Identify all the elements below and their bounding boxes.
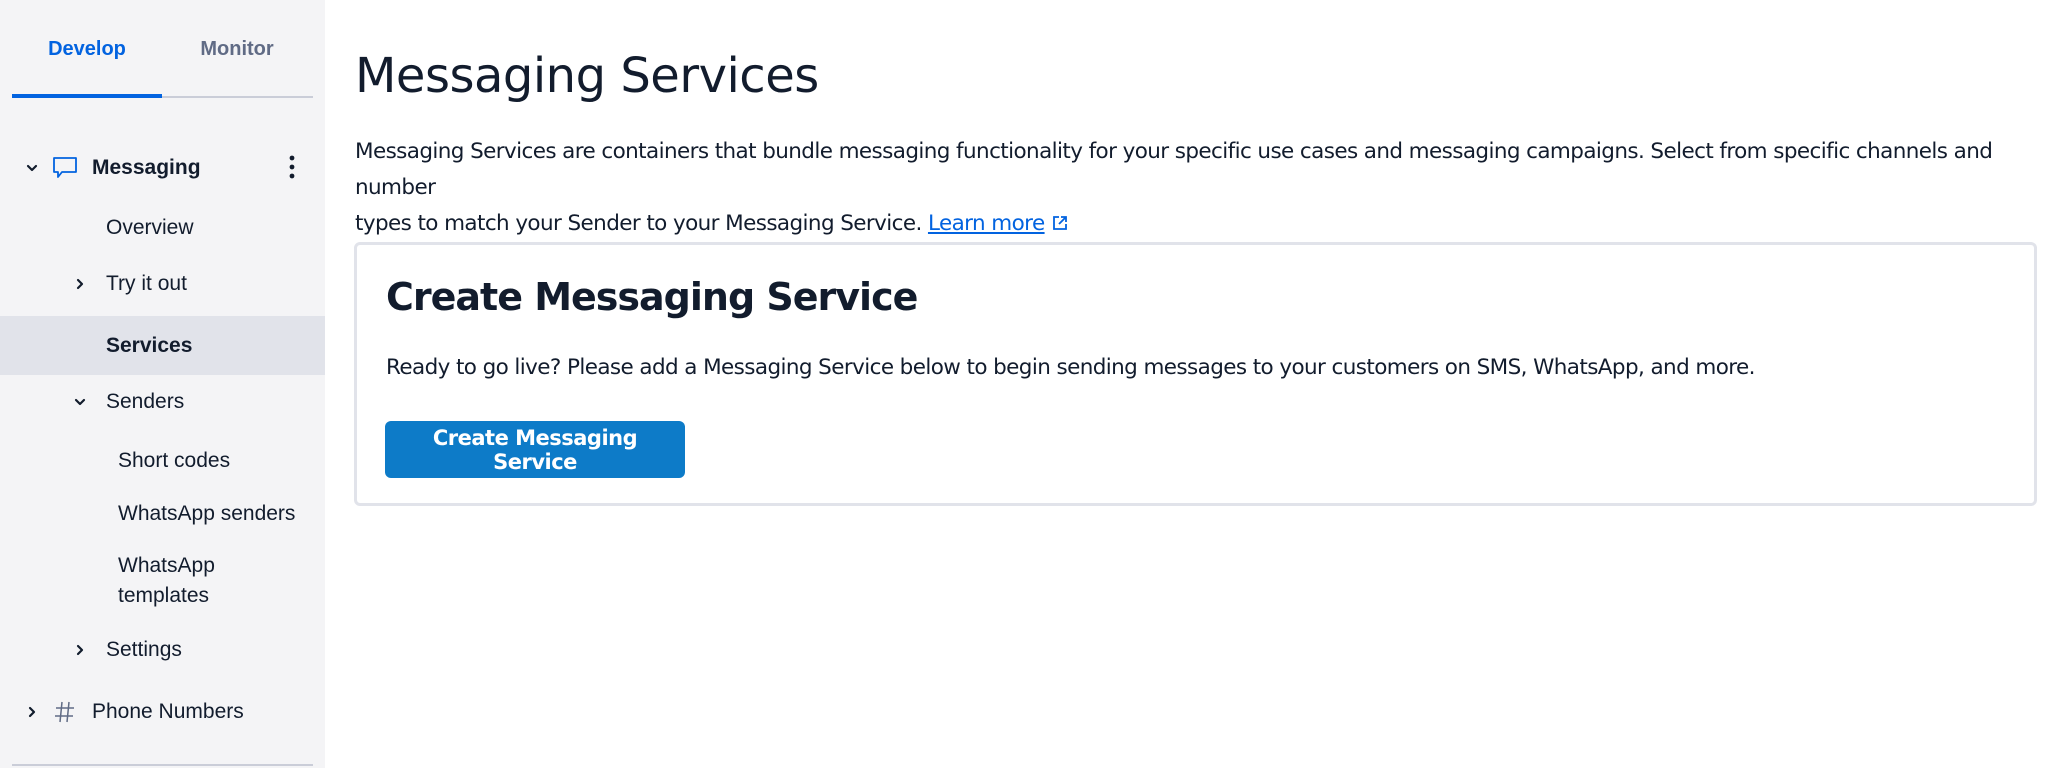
sidebar-item-label: Services	[106, 333, 193, 357]
sidebar: Develop Monitor Messaging Overview Try i…	[0, 0, 325, 768]
sidebar-divider	[12, 764, 313, 766]
sidebar-item-label: Settings	[106, 638, 182, 661]
sidebar-item-label: Senders	[106, 390, 185, 413]
hash-icon	[54, 700, 76, 724]
sidebar-item-senders[interactable]: Senders	[0, 380, 325, 424]
learn-more-link[interactable]: Learn more	[928, 211, 1045, 236]
sidebar-item-label: WhatsApp senders	[118, 502, 296, 525]
sidebar-item-label: templates	[118, 584, 210, 607]
chat-bubble-icon	[52, 156, 78, 180]
sidebar-item-label: Try it out	[106, 272, 187, 295]
sidebar-item-label: WhatsApp	[118, 554, 215, 577]
create-service-card: Create Messaging Service Ready to go liv…	[354, 242, 2037, 506]
sidebar-item-short-codes[interactable]: Short codes	[0, 439, 325, 483]
main-content: Messaging Services Messaging Services ar…	[325, 0, 2048, 768]
more-options-icon[interactable]	[286, 154, 298, 182]
sidebar-item-overview[interactable]: Overview	[0, 206, 325, 250]
sidebar-item-label: Messaging	[92, 156, 201, 179]
sidebar-item-label: Short codes	[118, 449, 231, 472]
chevron-right-icon	[72, 276, 88, 292]
description-line-2: types to match your Sender to your Messa…	[355, 211, 922, 236]
sidebar-item-phone-numbers[interactable]: Phone Numbers	[0, 690, 325, 734]
chevron-down-icon	[72, 394, 88, 410]
description-line-1: Messaging Services are containers that b…	[355, 139, 1993, 200]
sidebar-item-messaging[interactable]: Messaging	[0, 146, 325, 190]
card-title: Create Messaging Service	[386, 275, 918, 319]
sidebar-item-label: Phone Numbers	[92, 700, 244, 723]
tab-monitor[interactable]: Monitor	[162, 0, 312, 96]
sidebar-tabs: Develop Monitor	[12, 0, 313, 98]
sidebar-item-whatsapp-templates[interactable]: WhatsApp templates	[0, 546, 325, 618]
tab-develop[interactable]: Develop	[12, 0, 162, 98]
create-messaging-service-button[interactable]: Create Messaging Service	[385, 421, 685, 478]
external-link-icon[interactable]	[1051, 208, 1069, 230]
card-text: Ready to go live? Please add a Messaging…	[386, 355, 1755, 380]
sidebar-item-services[interactable]: Services	[0, 316, 325, 375]
sidebar-item-label: Overview	[106, 216, 194, 239]
sidebar-item-try-it-out[interactable]: Try it out	[0, 262, 325, 306]
chevron-right-icon	[72, 642, 88, 658]
page-description: Messaging Services are containers that b…	[355, 134, 2048, 242]
sidebar-item-whatsapp-senders[interactable]: WhatsApp senders	[0, 492, 325, 536]
sidebar-item-settings[interactable]: Settings	[0, 628, 325, 672]
page-title: Messaging Services	[355, 48, 819, 104]
chevron-right-icon	[24, 704, 40, 720]
chevron-down-icon	[24, 160, 40, 176]
